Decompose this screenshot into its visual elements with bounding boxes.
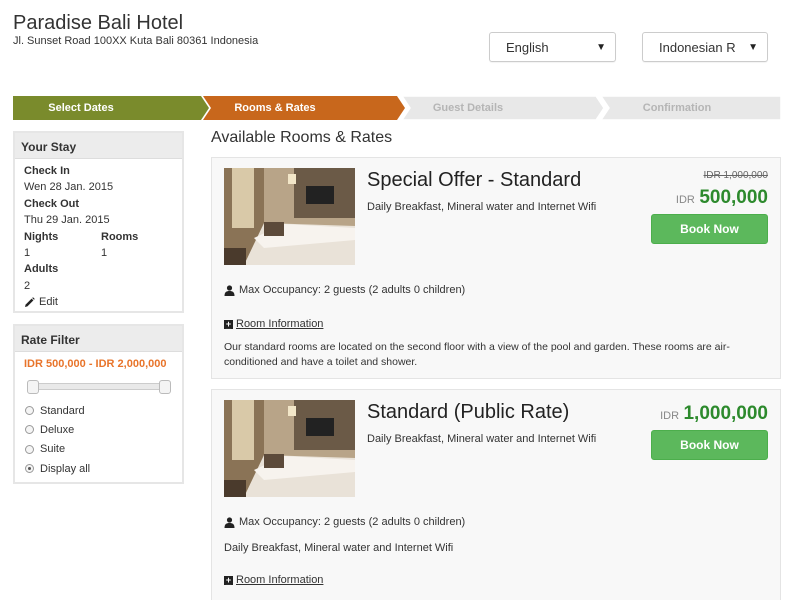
step-label: Guest Details xyxy=(432,102,504,114)
nights-rooms-labels: Nights Rooms xyxy=(24,229,182,245)
plus-square-icon: + xyxy=(224,574,233,585)
adults-value: 2 xyxy=(24,279,31,292)
price-range-slider[interactable] xyxy=(27,380,171,394)
price-currency: IDR xyxy=(660,410,680,422)
book-now-button[interactable]: Book Now xyxy=(651,430,768,460)
user-icon xyxy=(224,284,235,296)
filter-option-label: Standard xyxy=(40,404,85,417)
slider-handle-min[interactable] xyxy=(27,380,39,394)
step-label: Rooms & Rates xyxy=(234,102,316,114)
rooms-label: Rooms xyxy=(101,230,139,243)
room-photo xyxy=(224,168,355,265)
filter-option-deluxe[interactable]: Deluxe xyxy=(15,420,182,439)
currency-value: Indonesian R xyxy=(659,40,736,55)
nights-label: Nights xyxy=(24,230,59,243)
room-info-label: Room Information xyxy=(236,318,324,330)
caret-down-icon: ▼ xyxy=(748,42,758,53)
filter-option-label: Display all xyxy=(40,462,91,475)
rate-filter-title: Rate Filter xyxy=(15,326,182,352)
adults-label: Adults xyxy=(24,263,59,276)
room-info-label: Room Information xyxy=(236,574,324,586)
edit-label: Edit xyxy=(39,296,58,309)
radio-button[interactable] xyxy=(25,464,34,474)
currency-select[interactable]: Indonesian R ▼ xyxy=(642,32,768,62)
language-select[interactable]: English ▼ xyxy=(489,32,616,62)
nights-rooms-values: 1 1 xyxy=(24,245,182,261)
section-title: Available Rooms & Rates xyxy=(211,129,393,146)
edit-link[interactable]: Edit xyxy=(24,294,182,310)
max-occupancy: Max Occupancy: 2 guests (2 adults 0 chil… xyxy=(224,516,465,528)
price-amount: 500,000 xyxy=(699,187,768,208)
user-icon xyxy=(224,516,235,528)
check-in-label: Check In xyxy=(24,165,70,177)
room-price: IDR 1,000,000 xyxy=(660,403,768,425)
room-photo xyxy=(224,400,355,497)
radio-button[interactable] xyxy=(25,444,34,454)
room-card: Special Offer - Standard Daily Breakfast… xyxy=(211,157,781,379)
price-amount: 1,000,000 xyxy=(683,403,768,424)
step-rooms-rates[interactable]: Rooms & Rates xyxy=(203,96,407,120)
original-price: IDR 1,000,000 xyxy=(703,170,769,181)
slider-handle-max[interactable] xyxy=(159,380,171,394)
room-type-filter: Standard Deluxe Suite Display all xyxy=(15,401,182,478)
step-label: Confirmation xyxy=(642,102,712,114)
room-includes: Daily Breakfast, Mineral water and Inter… xyxy=(367,433,597,445)
filter-option-display-all[interactable]: Display all xyxy=(15,459,182,478)
rooms-value: 1 xyxy=(101,246,108,259)
book-now-button[interactable]: Book Now xyxy=(651,214,768,244)
hotel-address: Jl. Sunset Road 100XX Kuta Bali 80361 In… xyxy=(13,35,259,47)
hotel-name: Paradise Bali Hotel xyxy=(13,12,184,34)
filter-option-label: Suite xyxy=(40,443,66,456)
caret-down-icon: ▼ xyxy=(596,42,606,53)
check-in-value: Wen 28 Jan. 2015 xyxy=(24,181,114,194)
your-stay-panel: Your Stay Check In Wen 28 Jan. 2015 Chec… xyxy=(13,131,184,313)
room-card: Standard (Public Rate) Daily Breakfast, … xyxy=(211,389,781,600)
slider-track xyxy=(27,383,171,390)
occupancy-text: Max Occupancy: 2 guests (2 adults 0 chil… xyxy=(239,516,466,528)
room-includes: Daily Breakfast, Mineral water and Inter… xyxy=(367,201,597,213)
room-name: Special Offer - Standard xyxy=(367,169,582,191)
filter-option-label: Deluxe xyxy=(40,423,75,436)
room-price: IDR 500,000 xyxy=(676,187,768,209)
booking-steps: Select Dates Rooms & Rates Guest Details… xyxy=(13,96,781,120)
plus-square-icon: + xyxy=(224,318,233,329)
price-currency: IDR xyxy=(675,194,695,206)
radio-button[interactable] xyxy=(25,406,34,416)
step-confirmation[interactable]: Confirmation xyxy=(601,96,781,120)
nights-value: 1 xyxy=(24,246,31,259)
filter-option-standard[interactable]: Standard xyxy=(15,401,182,420)
step-label: Select Dates xyxy=(48,102,114,114)
room-name: Standard (Public Rate) xyxy=(367,401,570,423)
filter-option-suite[interactable]: Suite xyxy=(15,440,182,459)
check-out-label: Check Out xyxy=(24,197,80,210)
step-guest-details[interactable]: Guest Details xyxy=(402,96,606,120)
rate-filter-panel: Rate Filter IDR 500,000 - IDR 2,000,000 … xyxy=(13,324,184,484)
your-stay-title: Your Stay xyxy=(15,133,182,159)
check-out-value: Thu 29 Jan. 2015 xyxy=(24,214,110,227)
rate-range: IDR 500,000 - IDR 2,000,000 xyxy=(24,358,167,370)
room-extra-includes: Daily Breakfast, Mineral water and Inter… xyxy=(224,542,454,554)
step-select-dates[interactable]: Select Dates xyxy=(13,96,209,120)
occupancy-text: Max Occupancy: 2 guests (2 adults 0 chil… xyxy=(239,284,466,296)
radio-button[interactable] xyxy=(25,425,34,435)
room-description: Our standard rooms are located on the se… xyxy=(224,341,730,368)
room-information-link[interactable]: + Room Information xyxy=(224,574,323,586)
language-value: English xyxy=(506,40,549,55)
pencil-icon xyxy=(25,297,35,307)
max-occupancy: Max Occupancy: 2 guests (2 adults 0 chil… xyxy=(224,284,465,296)
room-information-link[interactable]: + Room Information xyxy=(224,318,323,330)
